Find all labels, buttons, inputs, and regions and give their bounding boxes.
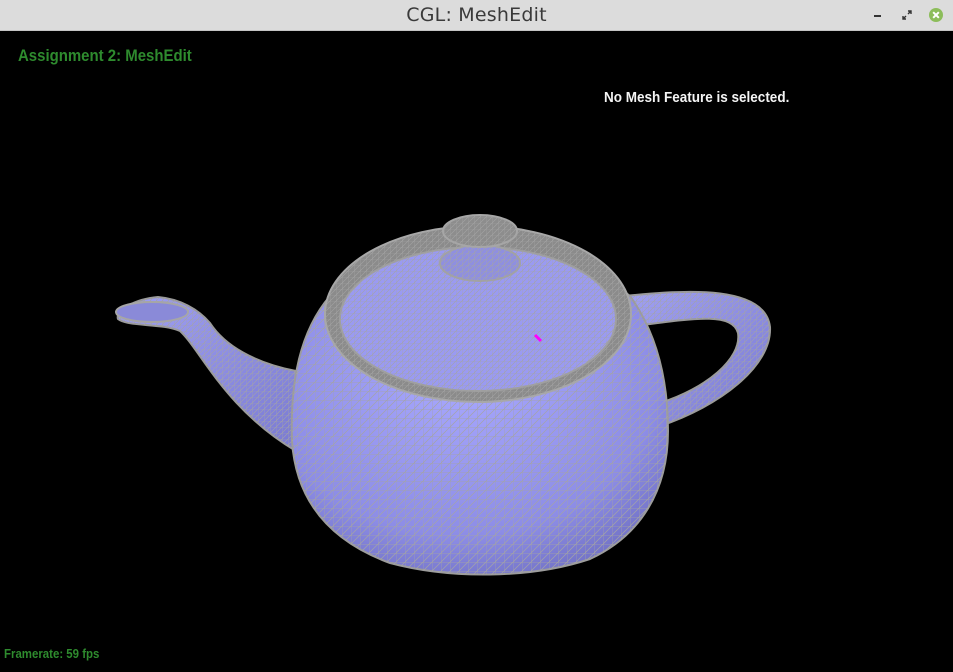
app-window: CGL: MeshEdit Assignment 2: MeshEdit No … bbox=[0, 0, 953, 672]
close-icon bbox=[929, 8, 943, 22]
framerate-label: Framerate: 59 fps bbox=[4, 646, 100, 661]
title-bar[interactable]: CGL: MeshEdit bbox=[0, 0, 953, 31]
spout-opening bbox=[115, 301, 189, 323]
mesh-viewport[interactable]: Assignment 2: MeshEdit No Mesh Feature i… bbox=[0, 31, 953, 672]
window-title: CGL: MeshEdit bbox=[406, 4, 547, 26]
selection-status: No Mesh Feature is selected. bbox=[604, 89, 790, 106]
maximize-icon bbox=[902, 10, 912, 20]
close-button[interactable] bbox=[928, 7, 944, 23]
teapot-mesh[interactable] bbox=[0, 31, 953, 672]
minimize-icon bbox=[873, 15, 881, 17]
assignment-title: Assignment 2: MeshEdit bbox=[18, 46, 192, 65]
minimize-button[interactable] bbox=[869, 7, 885, 23]
maximize-button[interactable] bbox=[899, 7, 915, 23]
